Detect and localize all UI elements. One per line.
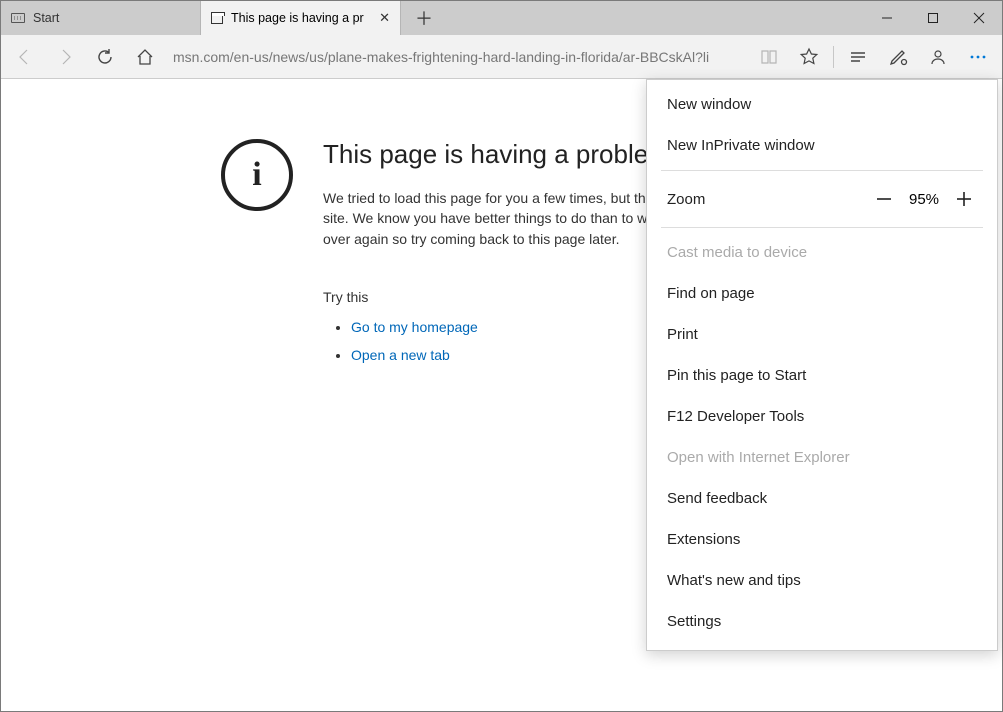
keyboard-icon [11, 13, 25, 23]
titlebar: Start This page is having a pr ✕ ＋ [1, 1, 1002, 35]
address-text: msn.com/en-us/news/us/plane-makes-fright… [173, 49, 709, 65]
favorite-button[interactable] [789, 37, 829, 77]
minimize-button[interactable] [864, 1, 910, 35]
webnote-button[interactable] [878, 37, 918, 77]
info-glyph: i [252, 156, 261, 194]
menu-devtools[interactable]: F12 Developer Tools [647, 396, 997, 437]
menu-feedback[interactable]: Send feedback [647, 478, 997, 519]
zoom-out-button[interactable] [867, 185, 901, 213]
window-controls [864, 1, 1002, 35]
close-window-button[interactable] [956, 1, 1002, 35]
menu-zoom-row: Zoom 95% [647, 175, 997, 223]
tab-close-button[interactable]: ✕ [379, 10, 390, 26]
back-button[interactable] [5, 37, 45, 77]
menu-find[interactable]: Find on page [647, 273, 997, 314]
menu-ie: Open with Internet Explorer [647, 437, 997, 478]
menu-pin[interactable]: Pin this page to Start [647, 355, 997, 396]
link-newtab[interactable]: Open a new tab [351, 347, 450, 363]
share-button[interactable] [918, 37, 958, 77]
toolbar-separator [833, 46, 834, 68]
menu-extensions[interactable]: Extensions [647, 519, 997, 560]
toolbar: msn.com/en-us/news/us/plane-makes-fright… [1, 35, 1002, 79]
more-menu: New window New InPrivate window Zoom 95%… [646, 79, 998, 651]
maximize-button[interactable] [910, 1, 956, 35]
page-icon [211, 12, 223, 24]
menu-print[interactable]: Print [647, 314, 997, 355]
new-tab-button[interactable]: ＋ [401, 1, 447, 35]
menu-cast: Cast media to device [647, 232, 997, 273]
home-button[interactable] [125, 37, 165, 77]
tab-active[interactable]: This page is having a pr ✕ [201, 1, 401, 35]
plus-icon: ＋ [415, 5, 433, 31]
menu-whatsnew[interactable]: What's new and tips [647, 560, 997, 601]
menu-new-window[interactable]: New window [647, 84, 997, 125]
menu-separator [661, 170, 983, 171]
zoom-value: 95% [901, 191, 947, 208]
menu-separator [661, 227, 983, 228]
tab-start-label: Start [33, 11, 59, 25]
tab-start[interactable]: Start [1, 1, 201, 35]
hub-button[interactable] [838, 37, 878, 77]
zoom-label: Zoom [667, 191, 867, 208]
menu-settings[interactable]: Settings [647, 601, 997, 642]
zoom-in-button[interactable] [947, 185, 981, 213]
more-button[interactable] [958, 37, 998, 77]
forward-button[interactable] [45, 37, 85, 77]
tab-active-title: This page is having a pr [231, 11, 373, 25]
info-icon: i [221, 139, 293, 211]
refresh-button[interactable] [85, 37, 125, 77]
menu-new-inprivate[interactable]: New InPrivate window [647, 125, 997, 166]
reading-view-button[interactable] [749, 37, 789, 77]
address-bar[interactable]: msn.com/en-us/news/us/plane-makes-fright… [165, 43, 749, 71]
link-homepage[interactable]: Go to my homepage [351, 319, 478, 335]
